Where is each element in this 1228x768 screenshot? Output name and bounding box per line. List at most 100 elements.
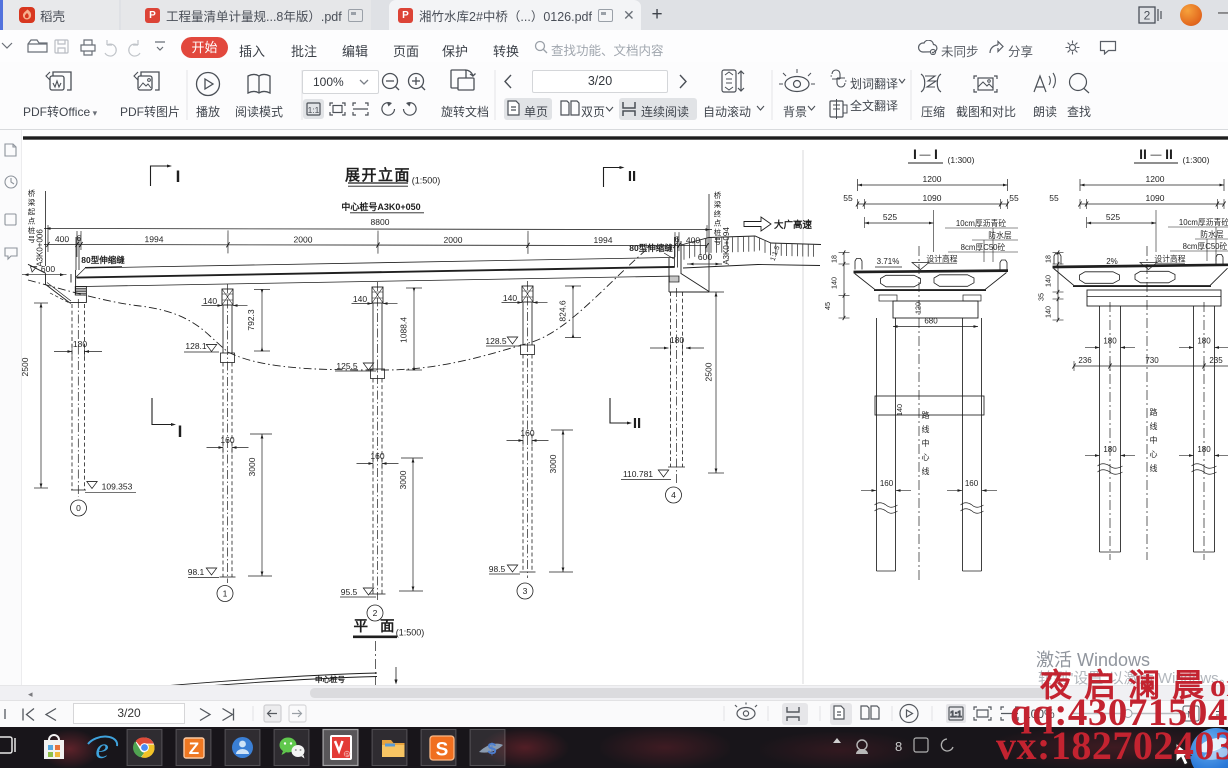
svg-text:中: 中 (922, 438, 930, 448)
svg-text:梁: 梁 (28, 198, 36, 207)
svg-text:235: 235 (1209, 356, 1223, 365)
svg-text:1090: 1090 (923, 193, 942, 203)
svg-text:140: 140 (203, 296, 217, 306)
svg-text:128.5: 128.5 (485, 336, 507, 346)
svg-text:0: 0 (76, 503, 81, 513)
svg-text:平 面: 平 面 (353, 618, 398, 635)
svg-text:点: 点 (28, 217, 36, 226)
svg-text:3000: 3000 (548, 454, 558, 473)
svg-text:I: I (934, 146, 938, 162)
svg-text:160: 160 (370, 451, 384, 461)
svg-text:8: 8 (895, 739, 902, 754)
svg-text:2000: 2000 (444, 235, 463, 245)
svg-text:1200: 1200 (1146, 174, 1165, 184)
svg-text:10cm厚沥青砼: 10cm厚沥青砼 (956, 218, 1006, 228)
svg-text:II: II (628, 168, 636, 185)
svg-text:P: P (345, 752, 350, 759)
svg-text:110.781: 110.781 (623, 469, 653, 479)
svg-text:180: 180 (1103, 337, 1117, 346)
svg-text:—: — (1151, 149, 1162, 161)
svg-text:128.1: 128.1 (185, 341, 207, 351)
svg-text:2500: 2500 (704, 362, 714, 381)
svg-text:线: 线 (922, 424, 930, 434)
svg-text:140: 140 (1044, 275, 1053, 287)
svg-text:98.1: 98.1 (188, 567, 205, 577)
svg-text:1994: 1994 (594, 235, 613, 245)
svg-text:线: 线 (922, 466, 930, 476)
svg-text:设计高程: 设计高程 (926, 254, 957, 264)
svg-text:236: 236 (1078, 356, 1092, 365)
svg-text:设计高程: 设计高程 (1154, 254, 1185, 264)
svg-text:桥: 桥 (28, 188, 36, 198)
svg-text:160: 160 (220, 435, 234, 445)
svg-text:18: 18 (1044, 255, 1053, 263)
svg-text:160: 160 (880, 479, 894, 488)
svg-text:路: 路 (922, 410, 930, 420)
svg-text:1:1.5: 1:1.5 (770, 245, 782, 262)
svg-text:8800: 8800 (371, 217, 390, 227)
svg-text:I: I (176, 167, 181, 186)
svg-text:180: 180 (670, 335, 684, 345)
svg-text:1994: 1994 (145, 234, 164, 244)
svg-text:824.6: 824.6 (558, 300, 568, 322)
svg-text:展开立面: 展开立面 (345, 166, 411, 184)
svg-text:点: 点 (714, 219, 722, 228)
svg-text:3.71%: 3.71% (877, 257, 900, 266)
svg-text:S: S (436, 740, 449, 761)
svg-text:120: 120 (914, 302, 923, 314)
svg-text:2500: 2500 (20, 357, 30, 376)
svg-text:Z: Z (189, 739, 199, 758)
svg-text:1200: 1200 (923, 174, 942, 184)
svg-text:525: 525 (1106, 212, 1120, 222)
svg-text:线: 线 (1150, 463, 1158, 473)
svg-text:140: 140 (503, 293, 517, 303)
svg-text:4: 4 (671, 490, 676, 500)
svg-text:—: — (920, 149, 931, 161)
svg-text:8cm厚C50砼: 8cm厚C50砼 (1183, 241, 1228, 251)
svg-text:桩: 桩 (714, 227, 722, 237)
svg-text:140: 140 (895, 404, 904, 416)
svg-text:140: 140 (1044, 306, 1053, 318)
svg-text:180: 180 (1103, 445, 1117, 454)
svg-text:1:1: 1:1 (950, 709, 962, 719)
svg-text:180: 180 (1197, 445, 1211, 454)
svg-text:140: 140 (830, 277, 839, 289)
svg-text:45: 45 (823, 302, 832, 310)
svg-text:桥: 桥 (714, 190, 722, 200)
svg-text:160: 160 (965, 479, 979, 488)
svg-text:1: 1 (223, 589, 228, 599)
svg-text:160: 160 (520, 428, 534, 438)
svg-text:(1:300): (1:300) (948, 155, 975, 165)
svg-text:I: I (913, 146, 917, 162)
svg-text:80型伸缩缝: 80型伸缩缝 (629, 243, 673, 253)
svg-text:3000: 3000 (247, 457, 257, 476)
svg-text:防水层: 防水层 (1200, 229, 1224, 239)
svg-text:中: 中 (1150, 435, 1158, 445)
svg-text:55: 55 (1009, 193, 1019, 203)
svg-text:(1:500): (1:500) (412, 176, 441, 186)
svg-text:680: 680 (924, 317, 938, 326)
svg-text:II: II (1165, 146, 1173, 162)
svg-text:792.3: 792.3 (246, 309, 256, 331)
svg-text:2000: 2000 (294, 234, 313, 244)
svg-text:$: $ (488, 741, 497, 758)
svg-text:大广高速: 大广高速 (774, 219, 813, 231)
svg-text:(1:300): (1:300) (1183, 155, 1210, 165)
svg-text:140: 140 (353, 294, 367, 304)
svg-text:600: 600 (41, 264, 55, 274)
svg-text:730: 730 (1145, 356, 1159, 365)
svg-text:2: 2 (1144, 9, 1151, 23)
svg-text:125.5: 125.5 (336, 361, 358, 371)
svg-text:路: 路 (1150, 407, 1158, 417)
svg-text:号: 号 (28, 235, 36, 244)
svg-text:II: II (633, 415, 641, 432)
svg-text:线: 线 (1150, 421, 1158, 431)
svg-text:98.5: 98.5 (489, 564, 506, 574)
svg-text:中心桩号A3K0+050: 中心桩号A3K0+050 (341, 201, 420, 212)
svg-text:A3K0+094: A3K0+094 (722, 227, 731, 265)
svg-text:梁: 梁 (714, 200, 722, 209)
svg-text:8cm厚C50砼: 8cm厚C50砼 (961, 242, 1006, 252)
svg-text:心: 心 (1150, 450, 1158, 459)
svg-text:(1:500): (1:500) (396, 628, 425, 638)
svg-text:中心桩号: 中心桩号 (315, 674, 345, 684)
